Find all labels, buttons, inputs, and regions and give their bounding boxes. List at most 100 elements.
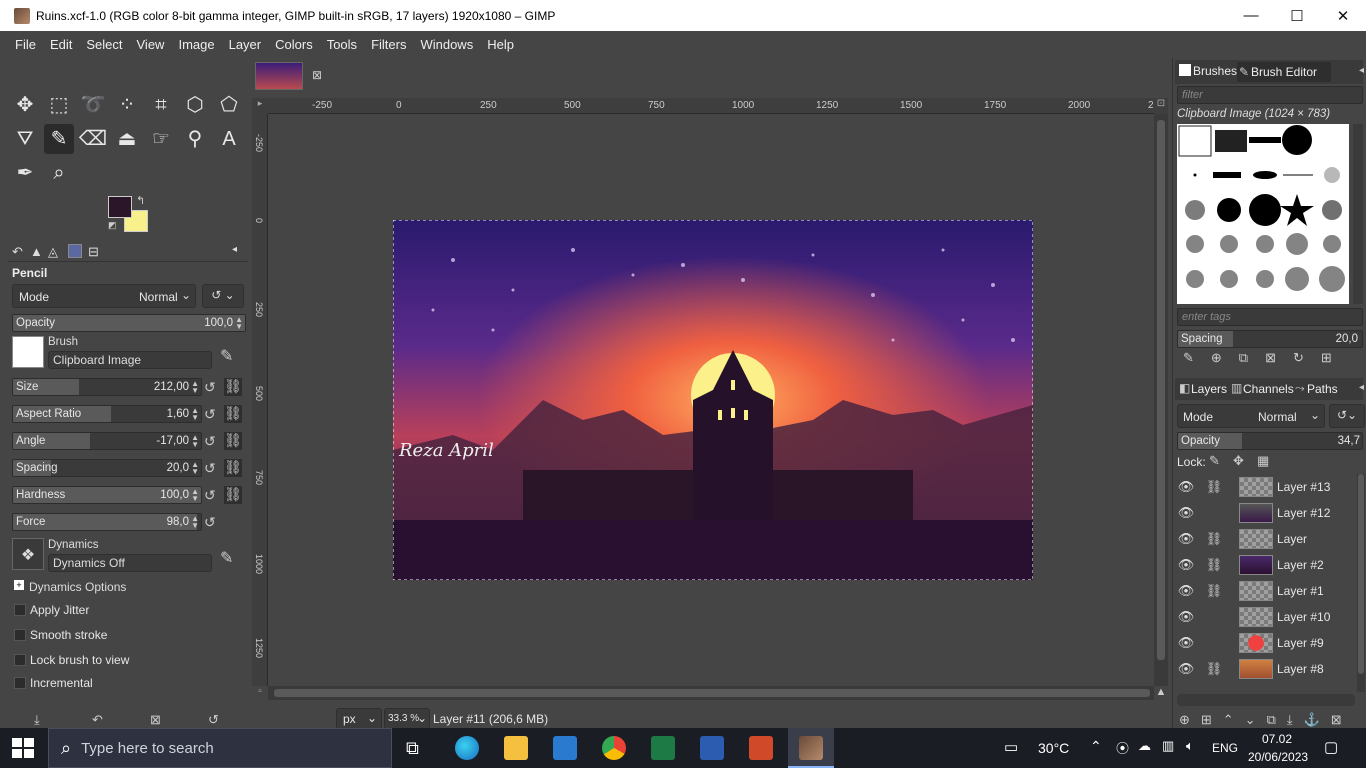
tab-brushes[interactable]: Brushes <box>1193 64 1237 78</box>
volume-icon[interactable]: 🔈︎ <box>1186 738 1194 754</box>
layer-row[interactable]: 👁︎ ⛓ Layer <box>1177 526 1357 552</box>
layer-row[interactable]: 👁︎ ⛓ Layer #1 <box>1177 578 1357 604</box>
word-icon[interactable] <box>700 736 724 760</box>
perspective-tool-icon[interactable]: ⬠ <box>214 90 244 120</box>
task-view-icon[interactable]: ⧉ <box>406 738 419 759</box>
brush-tags-input[interactable]: enter tags <box>1177 308 1363 326</box>
reset-angle-icon[interactable]: ↺ <box>204 433 216 450</box>
link-angle-icon[interactable]: ⛓ <box>224 432 242 450</box>
incremental-checkbox[interactable] <box>14 677 26 689</box>
layers-list[interactable]: 👁︎ ⛓ Layer #13 👁︎ Layer #12 👁︎ ⛓ Layer 👁︎ ⛓ Layer … <box>1173 474 1357 692</box>
chain-link-icon[interactable]: ⛓ <box>1205 661 1223 677</box>
spin-arrows-icon[interactable]: ▲ ▼ <box>191 488 199 503</box>
reset-layer-mode-button[interactable]: ↺⌄ <box>1329 404 1365 428</box>
brush-grid-scrollbar[interactable] <box>1353 124 1363 304</box>
reset-options-icon[interactable]: ↺ <box>208 712 219 728</box>
tool-options-tab-icon[interactable]: ⊟ <box>88 244 99 260</box>
windows-start-icon[interactable] <box>12 738 34 758</box>
layer-row[interactable]: 👁︎ ⛓ Layer #2 <box>1177 552 1357 578</box>
swap-colors-icon[interactable]: ↰ <box>136 194 145 207</box>
zoom-tool-icon[interactable]: ⌕ <box>44 158 74 188</box>
rect-select-tool-icon[interactable]: ⬚ <box>44 90 74 120</box>
chain-link-icon[interactable]: ⛓ <box>1205 583 1223 599</box>
clock-date[interactable]: 20/06/2023 <box>1248 750 1308 764</box>
vertical-scrollbar[interactable] <box>1154 114 1168 686</box>
navigate-icon[interactable]: ▲ <box>1154 686 1168 700</box>
notifications-icon[interactable]: ▢ <box>1324 738 1338 756</box>
reset-spacing-icon[interactable]: ↺ <box>204 460 216 477</box>
horizontal-scrollbar[interactable] <box>268 686 1154 700</box>
chrome-icon[interactable] <box>602 736 626 760</box>
spin-arrows-icon[interactable]: ▲ ▼ <box>191 515 199 530</box>
visibility-eye-icon[interactable]: 👁︎ <box>1177 583 1195 599</box>
transform-tool-icon[interactable]: ⬡ <box>180 90 210 120</box>
clone-tool-icon[interactable]: ⏏ <box>112 124 142 154</box>
canvas-area[interactable]: Reza April <box>268 114 1154 686</box>
link-hardness-icon[interactable]: ⛓ <box>224 486 242 504</box>
cloud-icon[interactable]: ☁ <box>1138 738 1151 754</box>
layer-mode-combo[interactable]: Mode Normal ⌄ <box>1177 404 1325 428</box>
visibility-eye-icon[interactable]: 👁︎ <box>1177 557 1195 573</box>
layer-row[interactable]: 👁︎ Layer #12 <box>1177 500 1357 526</box>
layers-hscrollbar[interactable] <box>1177 694 1355 706</box>
text-tool-icon[interactable]: A <box>214 124 244 154</box>
reset-mode-button[interactable]: ↺ ⌄ <box>202 284 244 308</box>
fuzzy-select-tool-icon[interactable]: ⁘ <box>112 90 142 120</box>
quick-mask-toggle-icon[interactable]: ▸ <box>252 98 268 114</box>
edge-browser-icon[interactable] <box>455 736 479 760</box>
reset-size-icon[interactable]: ↺ <box>204 379 216 396</box>
menu-colors[interactable]: Colors <box>268 37 320 52</box>
horizontal-scroll-thumb[interactable] <box>274 689 1150 697</box>
force-slider[interactable]: Force 98,0 ▲ ▼ <box>12 513 202 531</box>
smooth-stroke-checkbox[interactable] <box>14 629 26 641</box>
file-explorer-icon[interactable] <box>504 736 528 760</box>
move-tool-icon[interactable]: ✥ <box>10 90 40 120</box>
edit-brush-icon[interactable]: ✎ <box>220 346 233 366</box>
hardness-slider[interactable]: Hardness 100,0 ▲ ▼ <box>12 486 202 504</box>
visibility-eye-icon[interactable]: 👁︎ <box>1177 609 1195 625</box>
minimize-button[interactable]: — <box>1228 0 1274 31</box>
smudge-tool-icon[interactable]: ☞ <box>146 124 176 154</box>
menu-help[interactable]: Help <box>480 37 521 52</box>
brush-spacing-slider[interactable]: Spacing 20,0 <box>1177 330 1363 348</box>
chain-link-icon[interactable]: ⛓ <box>1205 557 1223 573</box>
dynamics-field[interactable]: Dynamics Off <box>48 554 212 572</box>
panel-menu-icon[interactable]: ◂ <box>1359 382 1364 393</box>
taskbar-search[interactable]: ⌕ Type here to search <box>48 728 392 768</box>
lock-alpha-icon[interactable]: ▦ <box>1257 453 1269 469</box>
spacing-slider[interactable]: Spacing 20,0 ▲ ▼ <box>12 459 202 477</box>
image-tab-thumbnail[interactable] <box>255 62 303 90</box>
pencil-tool-icon[interactable]: ✎ <box>44 124 74 154</box>
edit-dynamics-icon[interactable]: ✎ <box>220 548 233 568</box>
brush-grid[interactable] <box>1177 124 1349 304</box>
menu-file[interactable]: File <box>8 37 43 52</box>
powerpoint-icon[interactable] <box>749 736 773 760</box>
panel-menu-icon[interactable]: ◂ <box>232 244 237 255</box>
menu-filters[interactable]: Filters <box>364 37 413 52</box>
visibility-eye-icon[interactable]: 👁︎ <box>1177 531 1195 547</box>
clock-time[interactable]: 07.02 <box>1262 732 1292 746</box>
close-image-tab-icon[interactable]: ⊠ <box>312 68 322 82</box>
brush-actions-row[interactable]: ✎⊕⧉⊠↻⊞ <box>1183 350 1349 366</box>
menu-tools[interactable]: Tools <box>320 37 364 52</box>
expand-icon[interactable]: + <box>14 580 24 590</box>
reset-force-icon[interactable]: ↺ <box>204 514 216 531</box>
reset-hardness-icon[interactable]: ↺ <box>204 487 216 504</box>
eraser-tool-icon[interactable]: ⌫ <box>78 124 108 154</box>
spin-arrows-icon[interactable]: ▲ ▼ <box>191 461 199 476</box>
lock-pixels-icon[interactable]: ✎ <box>1209 453 1220 469</box>
dynamics-preview-icon[interactable]: ❖ <box>12 538 44 570</box>
mode-combo[interactable]: Mode Normal ⌄ <box>12 284 196 308</box>
menu-image[interactable]: Image <box>171 37 221 52</box>
tab-paths[interactable]: Paths <box>1307 382 1338 396</box>
color-picker-tool-icon[interactable]: ✒ <box>10 158 40 188</box>
menu-select[interactable]: Select <box>79 37 129 52</box>
angle-slider[interactable]: Angle -17,00 ▲ ▼ <box>12 432 202 450</box>
unit-select[interactable]: px ⌄ <box>336 708 382 730</box>
opacity-slider[interactable]: Opacity 100,0 ▲ ▼ <box>12 314 246 332</box>
save-options-icon[interactable]: ⤓ <box>34 712 40 728</box>
lock-brush-checkbox[interactable] <box>14 654 26 666</box>
visibility-eye-icon[interactable]: 👁︎ <box>1177 635 1195 651</box>
tab-brush-editor[interactable]: Brush Editor <box>1251 65 1317 79</box>
layers-scroll-thumb[interactable] <box>1358 474 1364 674</box>
